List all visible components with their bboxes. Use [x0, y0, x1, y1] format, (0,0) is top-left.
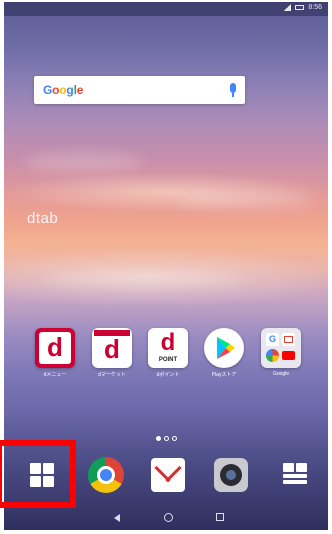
home-icon[interactable] [164, 513, 173, 522]
app-label: Playストア [211, 372, 237, 378]
app-label: dメニュー [43, 372, 67, 378]
page-indicator [156, 436, 177, 441]
page-dot [164, 436, 169, 441]
wallpaper-cloud [24, 152, 144, 172]
app-label: dマーケット [98, 372, 126, 378]
app-dmenu[interactable]: d dメニュー [33, 328, 77, 378]
mail-icon [151, 458, 185, 492]
widgets-icon [283, 463, 307, 485]
google-folder-icon: G [261, 328, 301, 368]
widgets-button[interactable] [270, 450, 320, 500]
recents-icon[interactable] [216, 513, 224, 521]
camera-button[interactable] [206, 450, 256, 500]
d-menu-icon: d [35, 328, 75, 368]
google-search-bar[interactable]: Google [34, 76, 245, 104]
back-icon[interactable] [114, 514, 120, 522]
app-dpoint[interactable]: d POINT dポイント [146, 328, 190, 378]
status-time: 8:56 [308, 4, 322, 11]
mail-button[interactable] [143, 450, 193, 500]
navigation-bar [4, 506, 328, 530]
d-point-icon: d POINT [148, 328, 188, 368]
app-google-folder[interactable]: G Google [259, 328, 303, 377]
app-drawer-highlight [0, 440, 76, 508]
battery-icon [295, 5, 305, 10]
app-label: Google [272, 371, 290, 377]
chrome-button[interactable] [81, 450, 131, 500]
app-dmarket[interactable]: d dマーケット [90, 328, 134, 378]
microphone-icon[interactable] [230, 83, 236, 97]
signal-icon [284, 4, 292, 11]
d-market-icon: d [92, 328, 132, 368]
status-bar: 8:56 [4, 2, 328, 16]
play-store-icon [204, 328, 244, 368]
chrome-icon [88, 457, 124, 493]
google-logo: Google [43, 83, 84, 97]
dtab-logo: dtab [27, 210, 59, 227]
wallpaper-cloud [44, 272, 244, 286]
page-dot [172, 436, 177, 441]
page-dot [156, 436, 161, 441]
camera-icon [214, 458, 248, 492]
wallpaper-cloud [174, 192, 314, 210]
app-play-store[interactable]: Playストア [202, 328, 246, 378]
app-label: dポイント [156, 372, 180, 378]
